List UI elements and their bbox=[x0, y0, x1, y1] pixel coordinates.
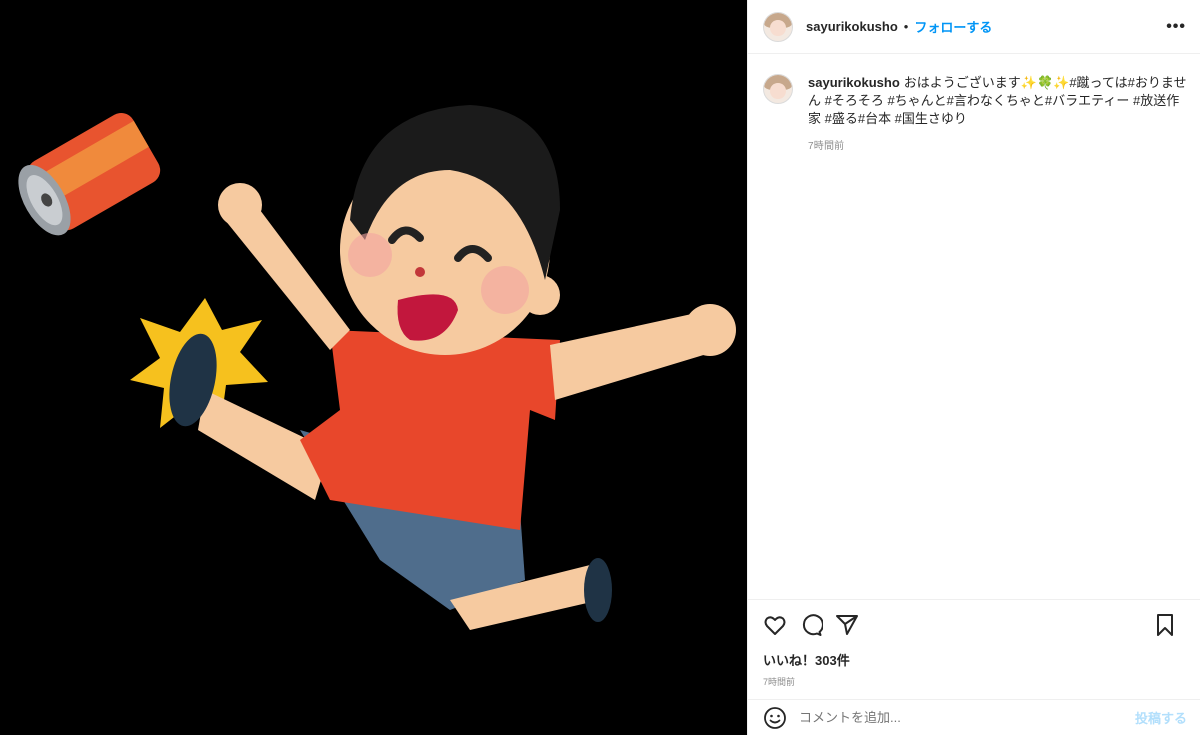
can-icon bbox=[18, 112, 161, 236]
avatar[interactable] bbox=[763, 11, 793, 42]
caption-username[interactable]: sayurikokusho bbox=[808, 75, 900, 90]
boy-kicking-can-illustration bbox=[18, 105, 736, 630]
action-bar bbox=[748, 599, 1200, 649]
comment-bar: 投稿する bbox=[748, 699, 1200, 735]
caption: sayurikokusho おはようございます✨🍀✨#蹴っては#おりません #そろ… bbox=[763, 74, 1193, 156]
post-side-panel: sayurikokusho • フォローする ••• sayurikokusho… bbox=[747, 0, 1200, 735]
comment-input[interactable] bbox=[799, 710, 1119, 725]
post-comment-button[interactable]: 投稿する bbox=[1135, 708, 1187, 727]
caption-timestamp: 7時間前 bbox=[808, 141, 845, 152]
post-image[interactable] bbox=[0, 0, 747, 735]
caption-avatar[interactable] bbox=[763, 74, 793, 104]
post-timestamp[interactable]: 7時間前 bbox=[763, 675, 795, 688]
header-username[interactable]: sayurikokusho bbox=[806, 19, 898, 34]
follow-button[interactable]: フォローする bbox=[914, 17, 992, 36]
more-options-icon[interactable]: ••• bbox=[1166, 18, 1186, 36]
heart-icon[interactable] bbox=[763, 613, 787, 637]
post-header: sayurikokusho • フォローする ••• bbox=[748, 0, 1200, 54]
separator-dot: • bbox=[903, 19, 909, 34]
comment-icon[interactable] bbox=[799, 613, 824, 637]
bookmark-icon[interactable] bbox=[1153, 613, 1177, 637]
paper-plane-icon[interactable] bbox=[835, 613, 859, 637]
smiley-icon[interactable] bbox=[763, 706, 787, 730]
caption-body: sayurikokusho おはようございます✨🍀✨#蹴っては#おりません #そろ… bbox=[808, 74, 1188, 156]
like-count[interactable]: いいね！303件 bbox=[763, 650, 850, 669]
